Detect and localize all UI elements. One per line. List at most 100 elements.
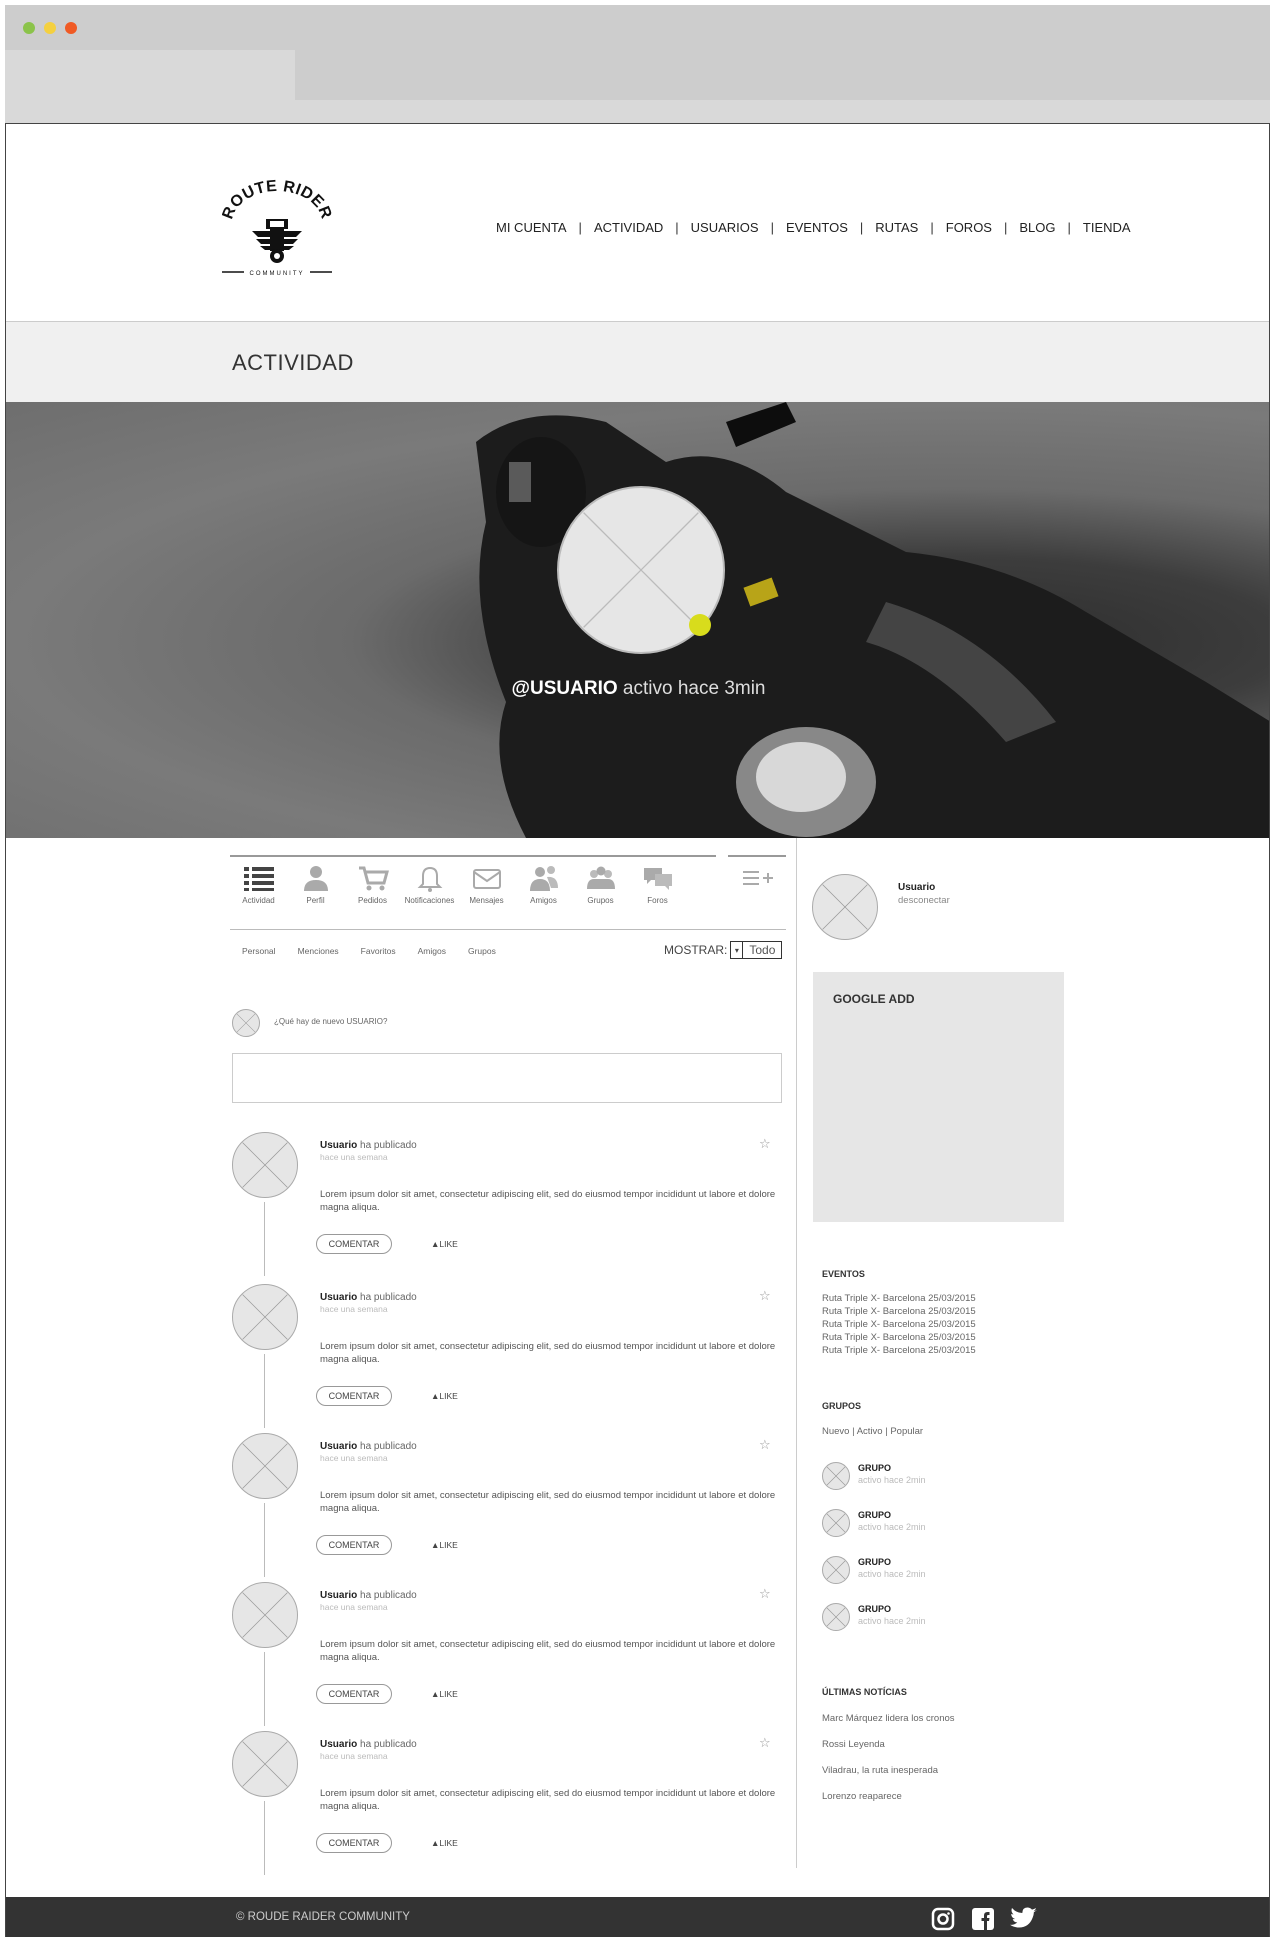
group-item[interactable]: GRUPO activo hace 2min <box>822 1603 1022 1633</box>
nav-actividad[interactable]: ACTIVIDAD <box>594 220 663 235</box>
post-header: Usuario ha publicado <box>320 1590 417 1601</box>
post-header: Usuario ha publicado <box>320 1292 417 1303</box>
post-author[interactable]: Usuario <box>320 1292 357 1303</box>
close-window-button[interactable] <box>65 22 77 34</box>
group-name: GRUPO <box>858 1510 892 1520</box>
tab-grupos[interactable]: Grupos <box>572 864 629 905</box>
like-button[interactable]: ▲LIKE <box>431 1838 458 1848</box>
nav-tienda[interactable]: TIENDA <box>1083 220 1131 235</box>
post-author[interactable]: Usuario <box>320 1140 357 1151</box>
news-link[interactable]: Lorenzo reaparece <box>822 1791 902 1802</box>
main-nav: MI CUENTA | ACTIVIDAD | USUARIOS | EVENT… <box>496 220 1131 235</box>
nav-rutas[interactable]: RUTAS <box>875 220 918 235</box>
news-link[interactable]: Viladrau, la ruta inesperada <box>822 1765 938 1776</box>
avatar-placeholder-icon <box>242 1443 288 1489</box>
nav-blog[interactable]: BLOG <box>1019 220 1055 235</box>
logout-link[interactable]: desconectar <box>898 895 950 906</box>
comment-button[interactable]: COMENTAR <box>316 1386 392 1406</box>
tab-amigos[interactable]: Amigos <box>515 864 572 905</box>
post-body: Lorem ipsum dolor sit amet, consectetur … <box>320 1639 776 1663</box>
event-link[interactable]: Ruta Triple X- Barcelona 25/03/2015 <box>822 1305 976 1318</box>
tab-mensajes[interactable]: Mensajes <box>458 864 515 905</box>
sidebar-username[interactable]: Usuario <box>898 882 935 893</box>
comment-button[interactable]: COMENTAR <box>316 1535 392 1555</box>
favorite-star-icon[interactable]: ☆ <box>759 1735 771 1751</box>
maximize-window-button[interactable] <box>23 22 35 34</box>
list-icon <box>243 867 274 891</box>
sidebar-avatar[interactable] <box>812 874 878 940</box>
instagram-icon[interactable] <box>931 1907 955 1936</box>
favorite-star-icon[interactable]: ☆ <box>759 1288 771 1304</box>
group-item[interactable]: GRUPO activo hace 2min <box>822 1509 1022 1539</box>
nav-mi-cuenta[interactable]: MI CUENTA <box>496 220 567 235</box>
news-link[interactable]: Rossi Leyenda <box>822 1739 885 1750</box>
news-link[interactable]: Marc Márquez lidera los cronos <box>822 1713 955 1724</box>
tab-foros[interactable]: Foros <box>629 864 686 905</box>
add-tab-button[interactable] <box>741 868 775 893</box>
show-filter-select[interactable]: ▾ Todo <box>730 941 783 959</box>
nav-eventos[interactable]: EVENTOS <box>786 220 848 235</box>
browser-tab[interactable] <box>5 50 295 100</box>
subtab-menciones[interactable]: Menciones <box>298 946 339 956</box>
subtab-personal[interactable]: Personal <box>242 946 276 956</box>
like-button[interactable]: ▲LIKE <box>431 1540 458 1550</box>
group-item[interactable]: GRUPO activo hace 2min <box>822 1556 1022 1586</box>
site-logo[interactable]: ROUTE RIDER COMMUNITY <box>219 178 334 279</box>
tabs-divider <box>230 929 786 930</box>
post-author[interactable]: Usuario <box>320 1739 357 1750</box>
event-link[interactable]: Ruta Triple X- Barcelona 25/03/2015 <box>822 1292 976 1305</box>
avatar-placeholder-icon <box>242 1592 288 1638</box>
twitter-icon[interactable] <box>1010 1907 1038 1936</box>
like-button[interactable]: ▲LIKE <box>431 1391 458 1401</box>
groups-filter-nuevo[interactable]: Nuevo <box>822 1426 849 1437</box>
tab-label: Mensajes <box>469 896 504 905</box>
nav-usuarios[interactable]: USUARIOS <box>691 220 759 235</box>
tab-notificaciones[interactable]: Notificaciones <box>401 864 458 905</box>
ad-placeholder[interactable]: GOOGLE ADD <box>813 972 1064 1222</box>
post-author[interactable]: Usuario <box>320 1590 357 1601</box>
avatar-placeholder-icon <box>826 1607 846 1627</box>
facebook-icon[interactable] <box>971 1907 995 1936</box>
tab-label: Grupos <box>587 896 614 905</box>
tab-label: Foros <box>647 896 668 905</box>
subtab-grupos[interactable]: Grupos <box>468 946 496 956</box>
event-link[interactable]: Ruta Triple X- Barcelona 25/03/2015 <box>822 1344 976 1357</box>
column-divider <box>796 838 797 1868</box>
event-link[interactable]: Ruta Triple X- Barcelona 25/03/2015 <box>822 1331 976 1344</box>
like-button[interactable]: ▲LIKE <box>431 1689 458 1699</box>
post-avatar[interactable] <box>232 1731 298 1797</box>
post-avatar[interactable] <box>232 1132 298 1198</box>
profile-username[interactable]: @USUARIO <box>511 678 617 699</box>
groups-filter-activo[interactable]: Activo <box>857 1426 883 1437</box>
page-title: ACTIVIDAD <box>232 350 354 375</box>
post-avatar[interactable] <box>232 1582 298 1648</box>
composer-textarea[interactable] <box>232 1053 782 1103</box>
post-avatar[interactable] <box>232 1433 298 1499</box>
copyright: © ROUDE RAIDER COMMUNITY <box>236 1911 410 1923</box>
favorite-star-icon[interactable]: ☆ <box>759 1437 771 1453</box>
subtab-amigos[interactable]: Amigos <box>418 946 446 956</box>
minimize-window-button[interactable] <box>44 22 56 34</box>
comment-button[interactable]: COMENTAR <box>316 1833 392 1853</box>
comment-button[interactable]: COMENTAR <box>316 1234 392 1254</box>
tab-pedidos[interactable]: Pedidos <box>344 864 401 905</box>
groups-filter-popular[interactable]: Popular <box>890 1426 923 1437</box>
comment-button[interactable]: COMENTAR <box>316 1684 392 1704</box>
event-link[interactable]: Ruta Triple X- Barcelona 25/03/2015 <box>822 1318 976 1331</box>
like-button[interactable]: ▲LIKE <box>431 1239 458 1249</box>
composer-prompt: ¿Qué hay de nuevo USUARIO? <box>274 1017 388 1026</box>
group-item[interactable]: GRUPO activo hace 2min <box>822 1462 1022 1492</box>
post-author[interactable]: Usuario <box>320 1441 357 1452</box>
news-title: ÚLTIMAS NOTÍCIAS <box>822 1687 907 1697</box>
composer-avatar <box>232 1009 260 1037</box>
tab-actividad[interactable]: Actividad <box>230 864 287 905</box>
profile-username-line: @USUARIO activo hace 3min <box>6 678 1269 700</box>
timeline-line <box>264 1801 265 1875</box>
subtab-favoritos[interactable]: Favoritos <box>361 946 396 956</box>
tab-perfil[interactable]: Perfil <box>287 864 344 905</box>
nav-foros[interactable]: FOROS <box>946 220 992 235</box>
favorite-star-icon[interactable]: ☆ <box>759 1586 771 1602</box>
favorite-star-icon[interactable]: ☆ <box>759 1136 771 1152</box>
show-filter-label: MOSTRAR: <box>664 943 728 957</box>
post-avatar[interactable] <box>232 1284 298 1350</box>
